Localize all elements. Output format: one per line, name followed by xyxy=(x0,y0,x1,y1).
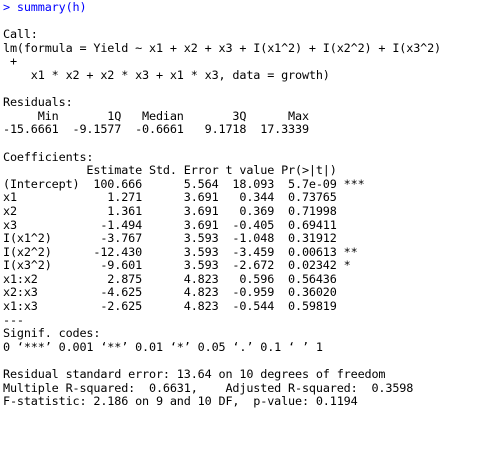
coef-row-x1-x3: x1:x3 -2.625 4.823 -0.544 0.59819 xyxy=(3,299,365,314)
console-prompt: > xyxy=(3,0,10,14)
coefficients-header: Coefficients: xyxy=(3,149,94,164)
coef-row-x2-squared: I(x2^2) -12.430 3.593 -3.459 0.00613 ** xyxy=(3,244,365,259)
r-console-output: > summary(h) Call: lm(formula = Yield ~ … xyxy=(0,0,492,456)
residual-standard-error: Residual standard error: 13.64 on 10 deg… xyxy=(3,367,386,382)
coefficients-column-header: Estimate Std. Error t value Pr(>|t|) xyxy=(3,163,365,178)
command-line: > summary(h) xyxy=(3,0,492,15)
signif-codes-header: Signif. codes: xyxy=(3,326,101,341)
coefficients-separator: --- xyxy=(3,312,24,327)
coef-row-x1: x1 1.271 3.691 0.344 0.73765 xyxy=(3,190,365,205)
residuals-header: Residuals: xyxy=(3,95,73,110)
f-statistic-line: F-statistic: 2.186 on 9 and 10 DF, p-val… xyxy=(3,394,358,409)
command-text: summary(h) xyxy=(16,0,87,14)
coef-row-x2: x2 1.361 3.691 0.369 0.71998 xyxy=(3,203,365,218)
call-header: Call: xyxy=(3,27,38,42)
coef-row-x1-x2: x1:x2 2.875 4.823 0.596 0.56436 xyxy=(3,271,365,286)
call-line-1: lm(formula = Yield ~ x1 + x2 + x3 + I(x1… xyxy=(3,40,441,55)
coef-row-x2-x3: x2:x3 -4.625 4.823 -0.959 0.36020 xyxy=(3,285,365,300)
r-squared-line: Multiple R-squared: 0.6631, Adjusted R-s… xyxy=(3,380,421,395)
residuals-values: -15.6661 -9.1577 -0.6661 9.1718 17.3339 xyxy=(3,122,316,137)
call-line-3: x1 * x2 + x2 * x3 + x1 * x3, data = grow… xyxy=(3,67,330,82)
coef-row-x1-squared: I(x1^2) -3.767 3.593 -1.048 0.31912 xyxy=(3,231,365,246)
signif-codes-legend: 0 ‘***’ 0.001 ‘**’ 0.01 ‘*’ 0.05 ‘.’ 0.1… xyxy=(3,339,323,354)
residuals-columns: Min 1Q Median 3Q Max xyxy=(3,108,316,123)
coef-row-x3: x3 -1.494 3.691 -0.405 0.69411 xyxy=(3,217,365,232)
coef-row-x3-squared: I(x3^2) -9.601 3.593 -2.672 0.02342 * xyxy=(3,258,365,273)
coef-row-intercept: (Intercept) 100.666 5.564 18.093 5.7e-09… xyxy=(3,176,365,191)
call-line-2: + xyxy=(3,54,17,69)
